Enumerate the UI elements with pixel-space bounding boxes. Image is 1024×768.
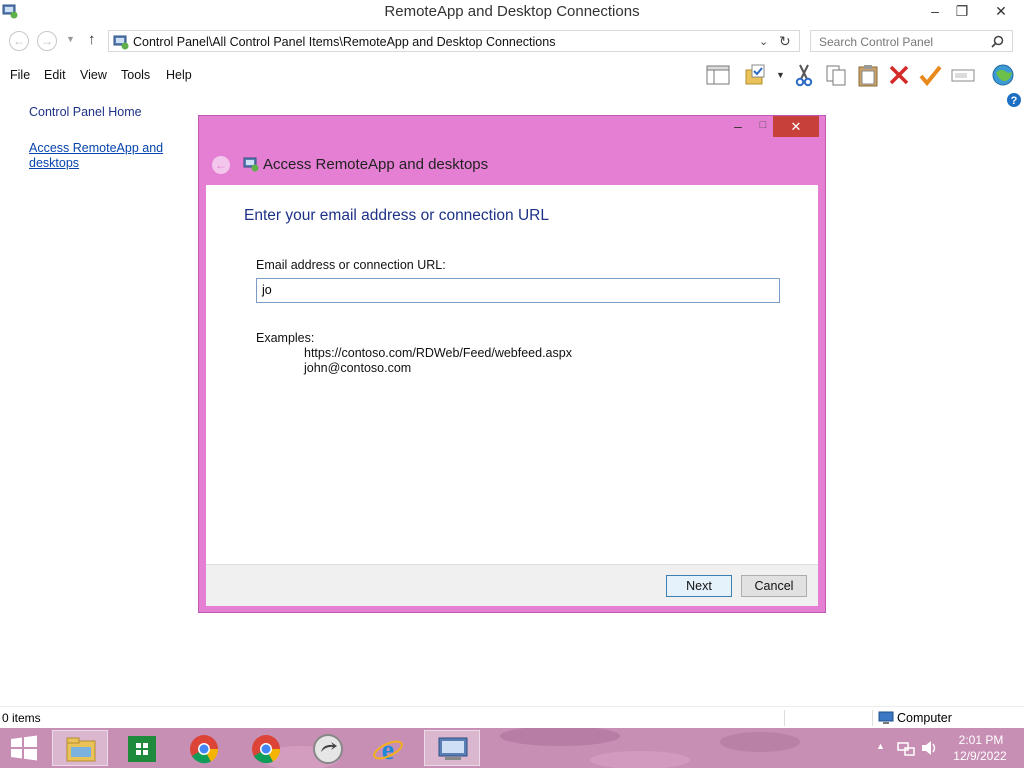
copy-icon[interactable] [823,62,849,88]
search-icon[interactable] [991,35,1004,48]
globe-icon[interactable] [990,62,1016,88]
dialog-maximize-button[interactable]: □ [752,119,774,137]
clock-time[interactable]: 2:01 PM [955,733,1007,747]
internet-explorer-icon: e [373,735,403,765]
start-button[interactable] [0,728,48,768]
taskbar-chrome-2[interactable] [238,730,294,766]
email-url-input[interactable]: jo [256,278,780,303]
dialog-close-button[interactable]: ✕ [773,116,819,137]
circular-arrow-app-icon [313,734,343,764]
search-placeholder: Search Control Panel [819,35,934,49]
address-bar[interactable]: Control Panel\All Control Panel Items\Re… [108,30,800,52]
chrome-icon [252,735,281,764]
layout-pane-icon[interactable] [705,62,731,88]
delete-icon[interactable] [886,62,912,88]
dialog-content: Enter your email address or connection U… [206,185,818,606]
back-button[interactable]: ← [9,31,29,51]
network-icon[interactable] [897,740,915,756]
volume-icon[interactable] [921,740,939,756]
options-dropdown-icon[interactable]: ▼ [776,70,785,80]
svg-text:e: e [382,735,394,765]
control-panel-icon [113,35,129,50]
example-url: https://contoso.com/RDWeb/Feed/webfeed.a… [304,346,572,360]
taskbar-chrome-1[interactable] [176,730,232,766]
dialog-footer: Next Cancel [206,564,818,606]
address-path: Control Panel\All Control Panel Items\Re… [133,35,556,49]
taskbar-internet-explorer[interactable]: e [360,730,416,766]
status-divider [784,710,785,726]
menu-view[interactable]: View [80,68,107,82]
title-bar: RemoteApp and Desktop Connections – ❐ ✕ [0,0,1024,24]
cancel-button[interactable]: Cancel [741,575,807,597]
close-button[interactable]: ✕ [978,0,1024,22]
dialog-heading: Enter your email address or connection U… [244,207,549,224]
up-arrow-icon[interactable]: ↑ [88,31,96,48]
svg-text:?: ? [1011,95,1018,107]
remoteapp-icon [243,157,259,172]
restore-button[interactable]: ❐ [947,0,977,22]
access-link-line1: Access RemoteApp and [29,141,164,155]
file-explorer-icon [66,737,96,762]
windows-logo-icon [11,735,37,761]
store-icon [128,736,156,762]
cut-icon[interactable] [791,62,817,88]
refresh-icon[interactable]: ↻ [779,33,791,50]
dialog-minimize-button[interactable]: – [727,118,749,136]
menu-tools[interactable]: Tools [121,68,150,82]
control-panel-taskbar-icon [438,737,468,760]
taskbar-store[interactable] [114,730,170,766]
forward-button[interactable]: → [37,31,57,51]
search-box[interactable]: Search Control Panel [810,30,1013,52]
next-button[interactable]: Next [666,575,732,597]
email-field-label: Email address or connection URL: [256,258,446,272]
status-divider-2 [872,710,873,726]
clock-date[interactable]: 12/9/2022 [951,749,1009,763]
computer-icon [878,711,894,724]
location-label: Computer [897,711,952,725]
dialog-title: Access RemoteApp and desktops [263,156,489,173]
menu-help[interactable]: Help [166,68,192,82]
access-remoteapp-link[interactable]: Access RemoteApp and desktops [29,141,163,171]
folder-options-icon[interactable] [744,62,770,88]
menu-edit[interactable]: Edit [44,68,66,82]
checkmark-icon[interactable] [918,62,944,88]
paste-icon[interactable] [855,62,881,88]
item-count: 0 items [2,711,41,725]
help-icon[interactable]: ? [1006,92,1022,108]
rename-icon[interactable] [950,62,976,88]
email-url-value: jo [262,283,272,297]
example-email: john@contoso.com [304,361,412,375]
control-panel-home-link[interactable]: Control Panel Home [29,105,142,119]
access-link-line2: desktops [29,156,80,170]
taskbar-app[interactable] [300,730,356,766]
window-title: RemoteApp and Desktop Connections [384,3,640,20]
menu-file[interactable]: File [10,68,30,82]
show-hidden-icons-chevron-icon[interactable]: ▲ [876,741,885,751]
chrome-icon [190,735,219,764]
access-remoteapp-dialog: – □ ✕ ← Access RemoteApp and desktops En… [198,115,826,613]
taskbar-file-explorer[interactable] [52,730,108,766]
dialog-back-button[interactable]: ← [212,156,230,174]
address-dropdown-chevron-icon[interactable]: ⌄ [759,35,768,48]
taskbar-control-panel[interactable] [424,730,480,766]
examples-label: Examples: [256,331,315,345]
taskbar: e ▲ 2:01 PM 12/9/2022 [0,728,1024,768]
minimize-button[interactable]: – [920,0,950,22]
recent-locations-chevron-icon[interactable]: ▼ [66,34,75,44]
status-bar: 0 items Computer [0,706,1024,728]
